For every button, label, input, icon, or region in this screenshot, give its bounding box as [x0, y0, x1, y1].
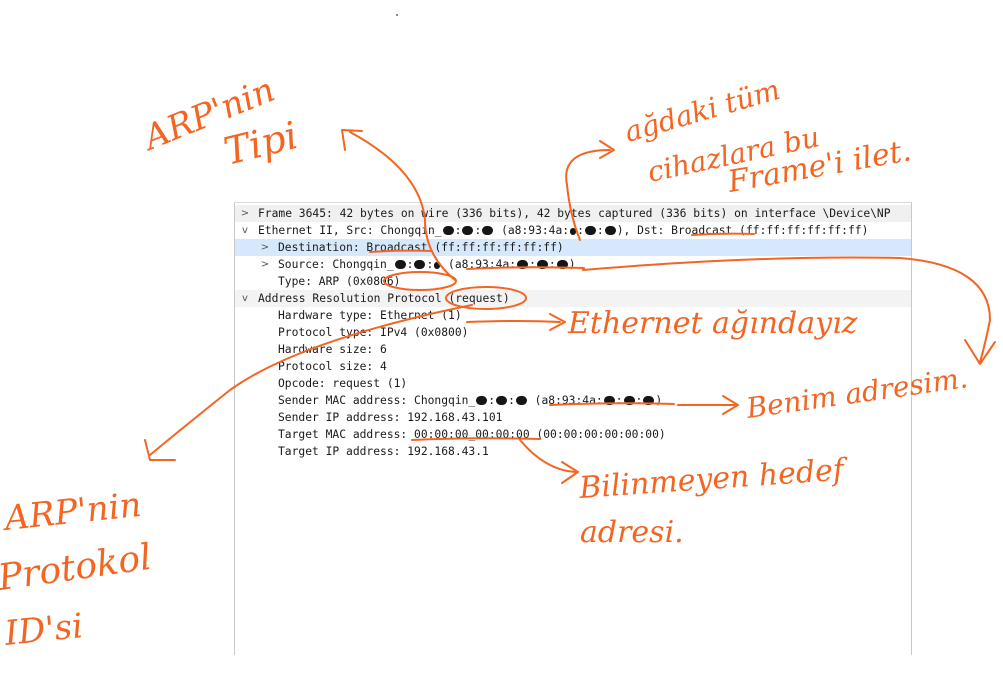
tree-row-destination[interactable]: > Destination: Broadcast (ff:ff:ff:ff:ff… [235, 239, 911, 256]
redaction-mark [496, 396, 508, 405]
arp-title: Address Resolution Protocol [258, 292, 449, 305]
redaction-mark [462, 226, 474, 235]
collapse-chevron-icon[interactable]: v [239, 290, 251, 307]
target-ip-field: Target IP address: 192.168.43.1 [278, 445, 489, 458]
target-mac-value: 00:00:00_00:00:00 [414, 428, 530, 441]
target-mac-label: Target MAC address: [278, 428, 415, 441]
redaction-mark [414, 260, 426, 269]
note-protocol-id-line3: ID'si [2, 606, 85, 654]
tree-row-type[interactable]: Type: ARP (0x0806) [235, 273, 911, 290]
arrow-arp-type-head [341, 129, 363, 151]
packet-details-pane[interactable]: > Frame 3645: 42 bytes on wire (336 bits… [234, 202, 912, 655]
ethernet-summary: Ethernet II, Src: Chongqin_:: (a8:93:4a:… [258, 224, 869, 237]
destination-label: Destination: [278, 241, 367, 254]
sender-mac-field: Sender MAC address: Chongqin_:: (a8:93:4… [278, 394, 663, 407]
expand-chevron-icon[interactable]: > [239, 205, 251, 222]
redaction-mark [536, 260, 548, 269]
redaction-mark [476, 396, 488, 405]
redaction-mark [482, 226, 494, 235]
arp-summary: Address Resolution Protocol (request) [258, 290, 510, 307]
expand-chevron-icon[interactable]: > [259, 256, 271, 273]
sender-mac-suffix: ) [655, 394, 663, 407]
sender-mac-prefix: Sender MAC address: Chongqin_ [278, 394, 476, 407]
frame-summary: Frame 3645: 42 bytes on wire (336 bits),… [258, 207, 891, 220]
tree-row-target-mac[interactable]: Target MAC address: 00:00:00_00:00:00 (0… [235, 426, 911, 443]
tree-row-frame[interactable]: > Frame 3645: 42 bytes on wire (336 bits… [235, 205, 911, 222]
target-mac-field: Target MAC address: 00:00:00_00:00:00 (0… [278, 426, 666, 443]
note-arp-type-line2: Tipi [220, 113, 302, 174]
redaction-mark [556, 260, 568, 269]
sender-ip-field: Sender IP address: 192.168.43.101 [278, 411, 503, 424]
tree-row-ethernet[interactable]: v Ethernet II, Src: Chongqin_:: (a8:93:4… [235, 222, 911, 239]
destination-mac: (ff:ff:ff:ff:ff:ff) [427, 241, 564, 254]
protocol-type-field: Protocol type: IPv4 (0x0800) [278, 326, 469, 339]
note-arp-type-line1: ARP'nin [136, 70, 281, 160]
note-broadcast-line1: ağdaki tüm [621, 73, 784, 149]
arrow-broadcast-note-head [599, 140, 615, 159]
tree-row-opcode[interactable]: Opcode: request (1) [235, 375, 911, 392]
tree-row-sender-ip[interactable]: Sender IP address: 192.168.43.101 [235, 409, 911, 426]
expand-chevron-icon[interactable]: > [259, 239, 271, 256]
destination-field: Destination: Broadcast (ff:ff:ff:ff:ff:f… [278, 239, 564, 256]
redaction-mark [517, 260, 529, 269]
tree-row-hardware-type[interactable]: Hardware type: Ethernet (1) [235, 307, 911, 324]
redaction-mark [584, 226, 596, 235]
ethernet-src-prefix: Ethernet II, Src: Chongqin_ [258, 224, 442, 237]
ethernet-dst-label: ), Dst: [616, 224, 672, 237]
note-broadcast-line3: Frame'i ilet. [724, 133, 913, 200]
redaction-mark [570, 228, 577, 235]
protocol-size-field: Protocol size: 4 [278, 360, 387, 373]
source-field: Source: Chongqin_:: (a8:93:4a:::) [278, 258, 576, 271]
note-protocol-id-line1: ARP'nin [0, 485, 143, 539]
ethernet-src-mac-mid: (a8:93:4a: [494, 224, 570, 237]
tree-row-source[interactable]: > Source: Chongqin_:: (a8:93:4a:::) [235, 256, 911, 273]
collapse-chevron-icon[interactable]: v [239, 222, 251, 239]
redaction-mark [434, 262, 441, 269]
arrow-protocol-id-head [144, 439, 176, 461]
note-protocol-id-line2: Protokol [0, 537, 154, 599]
sender-mac-mid: (a8:93:4a: [527, 394, 603, 407]
screenshot-canvas: > Frame 3645: 42 bytes on wire (336 bits… [0, 0, 1003, 673]
hardware-size-field: Hardware size: 6 [278, 343, 387, 356]
stray-ink-dot [396, 14, 398, 16]
redaction-mark [623, 396, 635, 405]
tree-row-protocol-type[interactable]: Protocol type: IPv4 (0x0800) [235, 324, 911, 341]
ethernet-dst-name: Broadcast [671, 224, 733, 237]
arp-opcode-tag: (request) [448, 292, 510, 305]
ethernet-dst-mac: (ff:ff:ff:ff:ff:ff) [732, 224, 869, 237]
hardware-type-field: Hardware type: Ethernet (1) [278, 309, 462, 322]
redaction-mark [515, 396, 527, 405]
redaction-mark [643, 396, 655, 405]
redaction-mark [442, 226, 454, 235]
tree-row-sender-mac[interactable]: Sender MAC address: Chongqin_:: (a8:93:4… [235, 392, 911, 409]
redaction-mark [604, 226, 616, 235]
tree-row-arp[interactable]: v Address Resolution Protocol (request) [235, 290, 911, 307]
tree-row-hardware-size[interactable]: Hardware size: 6 [235, 341, 911, 358]
source-suffix: ) [568, 258, 576, 271]
tree-row-target-ip[interactable]: Target IP address: 192.168.43.1 [235, 443, 911, 460]
destination-name: Broadcast [366, 241, 428, 254]
target-mac-suffix: (00:00:00:00:00:00) [529, 428, 666, 441]
opcode-field: Opcode: request (1) [278, 377, 408, 390]
arrow-source-to-sender-head [964, 339, 996, 365]
redaction-mark [394, 260, 406, 269]
source-mac-mid: (a8:93:4a: [441, 258, 517, 271]
tree-row-protocol-size[interactable]: Protocol size: 4 [235, 358, 911, 375]
type-field: Type: ARP (0x0806) [278, 275, 401, 288]
source-prefix: Source: Chongqin_ [278, 258, 394, 271]
redaction-mark [603, 396, 615, 405]
note-broadcast-line2: cihazlara bu [645, 120, 823, 189]
